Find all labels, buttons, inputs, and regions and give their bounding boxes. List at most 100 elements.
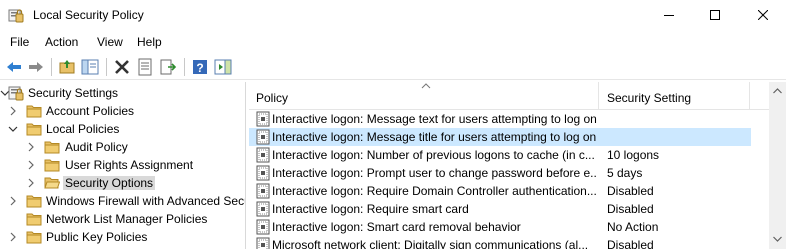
tree-item[interactable]: Windows Firewall with Advanced Secu (0, 192, 246, 210)
back-icon (7, 62, 21, 72)
tree-item-label: Audit Policy (65, 140, 128, 154)
column-header-security-setting[interactable]: Security Setting (600, 82, 750, 110)
tree-item[interactable]: Network List Manager Policies (0, 210, 245, 228)
policy-name: Interactive logon: Number of previous lo… (272, 148, 595, 162)
forward-icon (29, 62, 43, 72)
policy-icon (255, 237, 271, 249)
properties-button[interactable] (135, 57, 155, 77)
chevron-right-icon[interactable] (8, 105, 18, 117)
maximize-button[interactable] (692, 0, 738, 32)
column-header-policy[interactable]: Policy (249, 82, 599, 110)
column-label-policy: Policy (256, 91, 289, 105)
scroll-up-arrow-icon (773, 88, 782, 94)
folder-icon (26, 193, 42, 209)
tree-item[interactable]: Local Policies (0, 120, 245, 138)
tree-item[interactable]: Public Key Policies (0, 228, 245, 246)
policy-icon (255, 183, 271, 199)
maximize-icon (710, 10, 720, 20)
sort-up-icon (421, 83, 431, 89)
policy-icon (255, 201, 271, 217)
policy-security-setting: Disabled (607, 238, 654, 249)
show-action-pane-icon (214, 59, 232, 75)
properties-icon (138, 58, 152, 76)
show-hide-console-tree-button[interactable] (80, 57, 100, 77)
svg-text:?: ? (196, 61, 203, 75)
menu-view[interactable]: View (97, 35, 123, 49)
policy-security-setting: Disabled (607, 202, 654, 216)
policy-name: Interactive logon: Smart card removal be… (272, 220, 521, 234)
policy-security-setting: Disabled (607, 184, 654, 198)
menu-bar: File Action View Help (0, 32, 786, 52)
folder-icon (26, 229, 42, 245)
minimize-icon (664, 15, 674, 16)
tree-item[interactable]: Security Options (0, 174, 245, 192)
list-header: Policy Security Setting (249, 82, 769, 110)
tree-item-label: Windows Firewall with Advanced Secu (46, 194, 246, 208)
menu-help[interactable]: Help (137, 35, 162, 49)
toolbar-separator (184, 58, 185, 76)
policy-row[interactable]: Microsoft network client: Digitally sign… (249, 236, 751, 249)
help-button[interactable]: ? (190, 57, 210, 77)
export-list-icon (160, 59, 177, 75)
menu-action[interactable]: Action (45, 35, 78, 49)
menu-file[interactable]: File (10, 35, 29, 49)
tree-item[interactable]: User Rights Assignment (0, 156, 245, 174)
title-bar[interactable]: Local Security Policy (0, 0, 786, 32)
policy-row[interactable]: Interactive logon: Require smart card Dis… (249, 200, 751, 218)
policy-icon (255, 147, 271, 163)
local-security-policy-app-icon (8, 7, 24, 23)
tree-item-label: User Rights Assignment (65, 158, 194, 172)
chevron-down-icon[interactable] (8, 123, 18, 135)
folder-icon (26, 121, 42, 137)
vertical-scrollbar[interactable] (769, 82, 786, 249)
tree-item[interactable]: Audit Policy (0, 138, 245, 156)
policy-row[interactable]: Interactive logon: Number of previous lo… (249, 146, 751, 164)
folder-icon (26, 103, 42, 119)
chevron-right-icon[interactable] (8, 231, 18, 243)
folder-icon (44, 139, 60, 155)
show-hide-tree-icon (81, 59, 99, 75)
policy-row[interactable]: Interactive logon: Smart card removal be… (249, 218, 751, 236)
policy-name: Interactive logon: Message title for use… (272, 130, 597, 144)
console-tree[interactable]: Security Settings Account Policies Local P… (0, 82, 246, 249)
close-button[interactable] (740, 0, 786, 32)
policy-name: Interactive logon: Message text for user… (272, 112, 597, 126)
chevron-right-icon[interactable] (26, 141, 36, 153)
toolbar-separator (51, 58, 52, 76)
chevron-right-icon[interactable] (8, 195, 18, 207)
policy-row[interactable]: Interactive logon: Message text for user… (249, 110, 751, 128)
show-action-pane-button[interactable] (213, 57, 233, 77)
tree-item-label: Security Settings (28, 86, 119, 100)
help-icon: ? (193, 60, 207, 75)
policy-row[interactable]: Interactive logon: Message title for use… (249, 128, 751, 146)
policy-row[interactable]: Interactive logon: Prompt user to change… (249, 164, 751, 182)
policy-name: Microsoft network client: Digitally sign… (272, 238, 589, 249)
policy-icon (255, 165, 271, 181)
tree-item-label: Public Key Policies (46, 230, 148, 244)
policy-security-setting: 10 logons (607, 148, 660, 162)
minimize-button[interactable] (646, 0, 692, 32)
forward-button[interactable] (26, 57, 46, 77)
policy-icon (255, 129, 271, 145)
close-icon (758, 10, 768, 20)
policy-list[interactable]: Policy Security Setting Interactive logo… (249, 82, 786, 249)
security-settings-icon (8, 85, 24, 101)
policy-row[interactable]: Interactive logon: Require Domain Contro… (249, 182, 751, 200)
up-one-level-button[interactable] (57, 57, 77, 77)
back-button[interactable] (4, 57, 24, 77)
tree-item[interactable]: Account Policies (0, 102, 245, 120)
scroll-down-arrow-icon (773, 236, 782, 242)
policy-icon (255, 219, 271, 235)
policy-icon (255, 111, 271, 127)
up-folder-icon (59, 60, 75, 74)
export-list-button[interactable] (158, 57, 178, 77)
policy-name: Interactive logon: Require smart card (272, 202, 469, 216)
tree-item-label: Local Policies (46, 122, 120, 136)
chevron-right-icon[interactable] (26, 177, 36, 189)
toolbar-separator (106, 58, 107, 76)
policy-security-setting: 5 days (607, 166, 643, 180)
tree-item[interactable]: Security Settings (0, 84, 245, 102)
delete-icon (115, 60, 129, 74)
chevron-right-icon[interactable] (26, 159, 36, 171)
delete-button[interactable] (112, 57, 132, 77)
